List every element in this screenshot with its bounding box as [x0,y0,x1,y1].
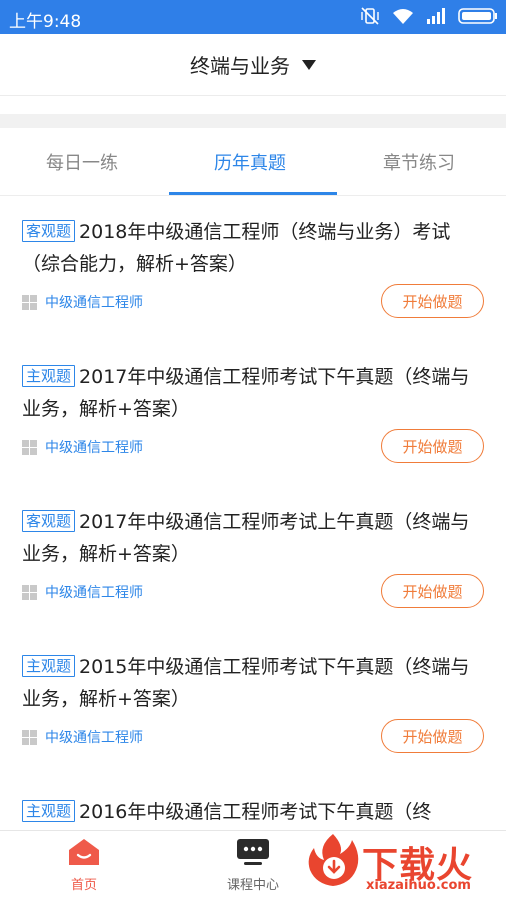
list-item[interactable]: 客观题 2018年中级通信工程师（终端与业务）考试（综合能力，解析+答案） 中级通… [0,196,506,341]
category-label: 中级通信工程师 [45,585,143,601]
item-title[interactable]: 主观题 2015年中级通信工程师考试下午真题（终端与业务，解析+答案） [22,651,482,715]
wifi-icon [393,8,413,24]
item-title-text: 2016年中级通信工程师考试下午真题（终 [79,801,432,823]
exam-list: 客观题 2018年中级通信工程师（终端与业务）考试（综合能力，解析+答案） 中级通… [0,196,506,921]
item-category: 中级通信工程师 [22,437,143,457]
item-category: 中级通信工程师 [22,292,143,312]
home-icon [69,839,99,865]
flame-logo-icon [308,834,359,886]
tab-bar: 每日一练 历年真题 章节练习 [0,128,506,196]
watermark: 下载火 xiazaihuo.com [300,830,506,900]
type-tag: 客观题 [22,510,76,532]
type-tag: 客观题 [22,220,76,242]
status-icons [360,7,498,25]
start-button[interactable]: 开始做题 [381,574,484,608]
grid-icon [22,439,37,455]
item-title[interactable]: 客观题 2018年中级通信工程师（终端与业务）考试（综合能力，解析+答案） [22,216,482,280]
item-title[interactable]: 主观题 2016年中级通信工程师考试下午真题（终 [22,796,482,828]
item-category: 中级通信工程师 [22,727,143,747]
tab-daily-practice[interactable]: 每日一练 [46,149,118,175]
item-title[interactable]: 客观题 2017年中级通信工程师考试上午真题（终端与业务，解析+答案） [22,506,482,570]
list-item[interactable]: 主观题 2015年中级通信工程师考试下午真题（终端与业务，解析+答案） 中级通信工… [0,631,506,776]
item-title-text: 2018年中级通信工程师（终端与业务）考试（综合能力，解析+答案） [22,221,451,275]
active-tab-indicator [169,192,337,195]
vibrate-off-icon [361,7,379,25]
type-tag: 主观题 [22,655,76,677]
course-icon [237,839,269,865]
start-button[interactable]: 开始做题 [381,284,484,318]
list-item[interactable]: 客观题 2017年中级通信工程师考试上午真题（终端与业务，解析+答案） 中级通信工… [0,486,506,631]
watermark-url: xiazaihuo.com [366,878,471,893]
signal-icon [427,8,445,24]
category-label: 中级通信工程师 [45,440,143,456]
type-tag: 主观题 [22,800,76,822]
status-bar: 上午9:48 [0,0,506,34]
caret-down-icon[interactable] [302,59,316,70]
tab-chapter-practice[interactable]: 章节练习 [383,149,455,175]
type-tag: 主观题 [22,365,76,387]
start-button[interactable]: 开始做题 [381,719,484,753]
title-bar[interactable]: 终端与业务 [0,34,506,96]
item-title-text: 2017年中级通信工程师考试上午真题（终端与业务，解析+答案） [22,511,470,565]
grid-icon [22,584,37,600]
item-title-text: 2017年中级通信工程师考试下午真题（终端与业务，解析+答案） [22,366,470,420]
nav-course-center[interactable]: 课程中心 [198,837,308,893]
nav-course-label: 课程中心 [226,878,279,893]
page-title[interactable]: 终端与业务 [190,50,290,79]
item-category: 中级通信工程师 [22,582,143,602]
status-time: 上午9:48 [9,12,82,32]
item-title[interactable]: 主观题 2017年中级通信工程师考试下午真题（终端与业务，解析+答案） [22,361,482,425]
tab-past-exams[interactable]: 历年真题 [214,149,286,175]
item-title-text: 2015年中级通信工程师考试下午真题（终端与业务，解析+答案） [22,656,470,710]
battery-icon [458,8,497,24]
grid-icon [22,294,37,310]
start-button[interactable]: 开始做题 [381,429,484,463]
nav-home-label: 首页 [70,878,97,893]
category-label: 中级通信工程师 [45,730,143,746]
nav-home[interactable]: 首页 [29,837,139,893]
section-divider [0,96,506,128]
grid-icon [22,729,37,745]
list-item[interactable]: 主观题 2017年中级通信工程师考试下午真题（终端与业务，解析+答案） 中级通信工… [0,341,506,486]
category-label: 中级通信工程师 [45,295,143,311]
